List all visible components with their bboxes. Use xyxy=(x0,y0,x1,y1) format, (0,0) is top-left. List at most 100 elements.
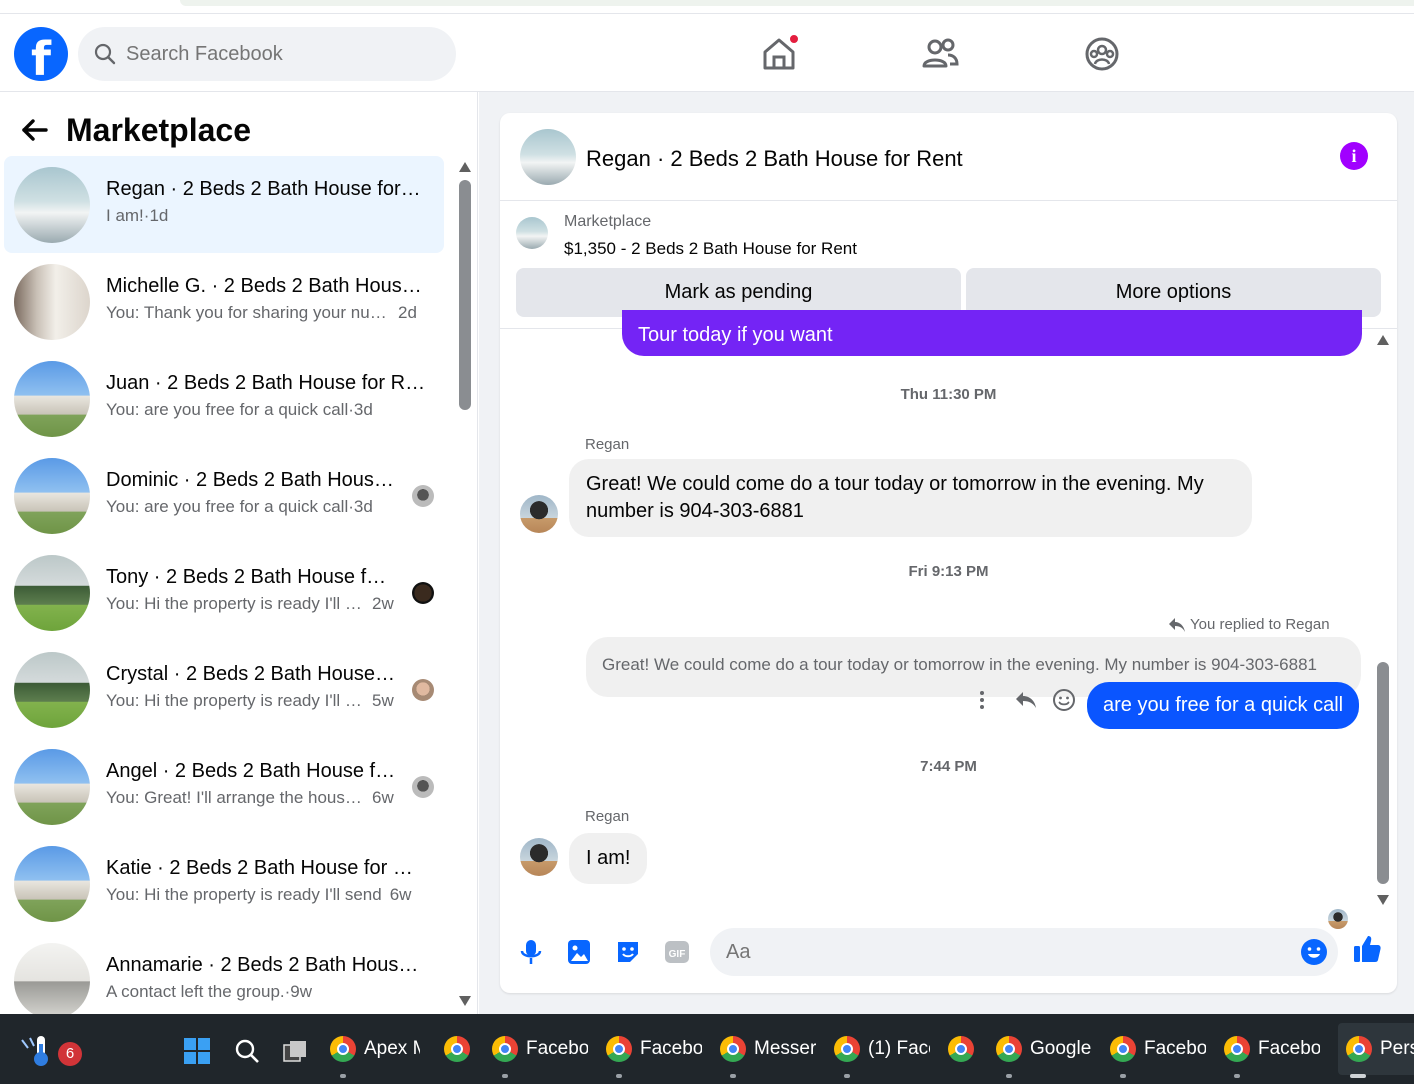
conversation-item[interactable]: Regan · 2 Beds 2 Bath House for Rent I a… xyxy=(4,156,444,253)
taskbar-chrome-window[interactable]: Apex M xyxy=(330,1032,420,1066)
avatar xyxy=(14,458,90,534)
taskbar-chrome-window[interactable]: Google xyxy=(996,1032,1092,1066)
scroll-up-arrow-icon[interactable] xyxy=(459,162,471,172)
taskbar-running-dot xyxy=(1006,1074,1012,1078)
search-input[interactable] xyxy=(126,27,446,81)
timestamp: Thu 11:30 PM xyxy=(900,386,997,403)
taskbar-chrome-window[interactable]: (1) Face xyxy=(834,1032,930,1066)
scroll-down-arrow-icon[interactable] xyxy=(1377,895,1389,905)
reply-icon[interactable] xyxy=(1014,690,1038,710)
conversation-item[interactable]: Katie · 2 Beds 2 Bath House for Rent You… xyxy=(4,835,444,932)
chat-scrollbar[interactable] xyxy=(1374,335,1392,907)
chat-area: Regan · 2 Beds 2 Bath House for Rent i M… xyxy=(479,92,1414,1014)
conversation-item[interactable]: Crystal · 2 Beds 2 Bath House for Rent Y… xyxy=(4,641,444,738)
avatar xyxy=(14,264,90,340)
taskbar-running-dot xyxy=(844,1074,850,1078)
seen-avatar xyxy=(412,582,434,604)
like-thumbs-up-icon[interactable] xyxy=(1351,933,1383,965)
conversation-item[interactable]: Michelle G. · 2 Beds 2 Bath House for Re… xyxy=(4,253,444,350)
outgoing-message[interactable]: Tour today if you want xyxy=(622,310,1362,356)
taskbar-chrome-window[interactable] xyxy=(444,1032,474,1066)
chat-title[interactable]: Regan · 2 Beds 2 Bath House for Rent xyxy=(586,146,963,172)
chrome-icon xyxy=(1110,1036,1136,1062)
taskbar-running-dot xyxy=(616,1074,622,1078)
conversation-name: Michelle G. · 2 Beds 2 Bath House for Re… xyxy=(106,275,426,297)
outgoing-message[interactable]: are you free for a quick call xyxy=(1087,682,1360,729)
photo-icon[interactable] xyxy=(564,937,594,967)
sidebar-header: Marketplace xyxy=(20,110,251,150)
gif-icon[interactable]: GIF xyxy=(662,937,692,967)
groups-nav-icon[interactable] xyxy=(1082,34,1122,74)
conversation-snippet: A contact left the group. · 9w xyxy=(106,982,313,1001)
taskbar-search-icon[interactable] xyxy=(234,1038,260,1064)
back-arrow-icon[interactable] xyxy=(20,116,48,144)
timestamp: Fri 9:13 PM xyxy=(908,563,989,580)
listing-thumbnail[interactable] xyxy=(516,217,548,249)
chrome-icon xyxy=(1346,1036,1372,1062)
facebook-header: f xyxy=(0,14,1414,92)
conversation-list: Regan · 2 Beds 2 Bath House for Rent I a… xyxy=(4,156,444,1029)
search-icon xyxy=(94,43,116,65)
conversation-name: Juan · 2 Beds 2 Bath House for Rent xyxy=(106,372,426,394)
taskbar-running-dot xyxy=(1234,1074,1240,1078)
avatar[interactable] xyxy=(520,129,576,185)
conversation-name: Annamarie · 2 Beds 2 Bath House for Rent xyxy=(106,954,420,976)
home-nav-icon[interactable] xyxy=(759,34,799,74)
conversation-item[interactable]: Angel · 2 Beds 2 Bath House for Rent You… xyxy=(4,738,444,835)
avatar xyxy=(520,838,558,876)
notification-dot xyxy=(789,34,799,44)
timestamp: 7:44 PM xyxy=(920,758,977,775)
message-input[interactable] xyxy=(726,928,1286,976)
incoming-message[interactable]: Great! We could come do a tour today or … xyxy=(569,459,1252,537)
avatar xyxy=(14,361,90,437)
task-view-icon[interactable] xyxy=(282,1038,308,1064)
taskbar-running-dot xyxy=(730,1074,736,1078)
taskbar-chrome-window[interactable]: Facebo xyxy=(1224,1032,1320,1066)
taskbar-chrome-window[interactable] xyxy=(948,1032,978,1066)
emoji-react-icon[interactable] xyxy=(1052,688,1076,712)
scrollbar-thumb[interactable] xyxy=(1377,662,1389,884)
facebook-logo[interactable]: f xyxy=(14,27,68,81)
conversation-item[interactable]: Juan · 2 Beds 2 Bath House for Rent You:… xyxy=(4,350,444,447)
conversation-snippet: I am! · 1d xyxy=(106,206,169,225)
taskbar-chrome-window[interactable]: Facebo xyxy=(1110,1032,1206,1066)
friends-nav-icon[interactable] xyxy=(920,34,960,74)
sticker-icon[interactable] xyxy=(613,937,643,967)
weather-widget[interactable]: 6 xyxy=(20,1032,82,1072)
thermometer-icon xyxy=(21,1036,48,1066)
taskbar-chrome-window-active[interactable]: Pers xyxy=(1338,1023,1414,1075)
listing-price[interactable]: $1,350 - 2 Beds 2 Bath House for Rent xyxy=(564,239,857,259)
notification-badge: 6 xyxy=(58,1042,82,1066)
sender-name: Regan xyxy=(585,436,630,453)
taskbar-running-dot xyxy=(340,1074,346,1078)
scrollbar-thumb[interactable] xyxy=(459,180,471,410)
chrome-icon xyxy=(720,1036,746,1062)
windows-start-icon[interactable] xyxy=(184,1038,210,1064)
info-icon[interactable]: i xyxy=(1340,142,1368,170)
conversation-name: Regan · 2 Beds 2 Bath House for Rent xyxy=(106,178,426,200)
emoji-icon[interactable] xyxy=(1300,938,1328,966)
svg-text:GIF: GIF xyxy=(669,949,686,960)
page-title: Marketplace xyxy=(66,111,251,148)
conversation-snippet: You: are you free for a quick call · 3d xyxy=(106,497,373,516)
conversation-item[interactable]: Dominic · 2 Beds 2 Bath House for Rent Y… xyxy=(4,447,444,544)
taskbar-chrome-window[interactable]: Facebo xyxy=(492,1032,588,1066)
scroll-down-arrow-icon[interactable] xyxy=(459,996,471,1006)
taskbar-chrome-window[interactable]: Messer xyxy=(720,1032,816,1066)
taskbar-running-dot xyxy=(502,1074,508,1078)
more-vertical-icon[interactable] xyxy=(978,690,986,710)
conversation-snippet: You: Hi the property is ready I'll send 2… xyxy=(106,594,394,613)
sidebar-scrollbar[interactable] xyxy=(456,158,474,1010)
avatar xyxy=(14,943,90,1019)
scroll-up-arrow-icon[interactable] xyxy=(1377,335,1389,345)
taskbar-chrome-window[interactable]: Facebo xyxy=(606,1032,702,1066)
search-box[interactable] xyxy=(78,27,456,81)
microphone-icon[interactable] xyxy=(516,937,546,967)
conversation-item[interactable]: Tony · 2 Beds 2 Bath House for Rent You:… xyxy=(4,544,444,641)
seen-avatar xyxy=(412,679,434,701)
message-composer: GIF xyxy=(500,921,1397,993)
message-input-box[interactable] xyxy=(710,928,1338,976)
incoming-message[interactable]: I am! xyxy=(569,833,648,884)
avatar xyxy=(14,846,90,922)
conversation-snippet: You: Hi the property is ready I'll send 6… xyxy=(106,885,412,904)
